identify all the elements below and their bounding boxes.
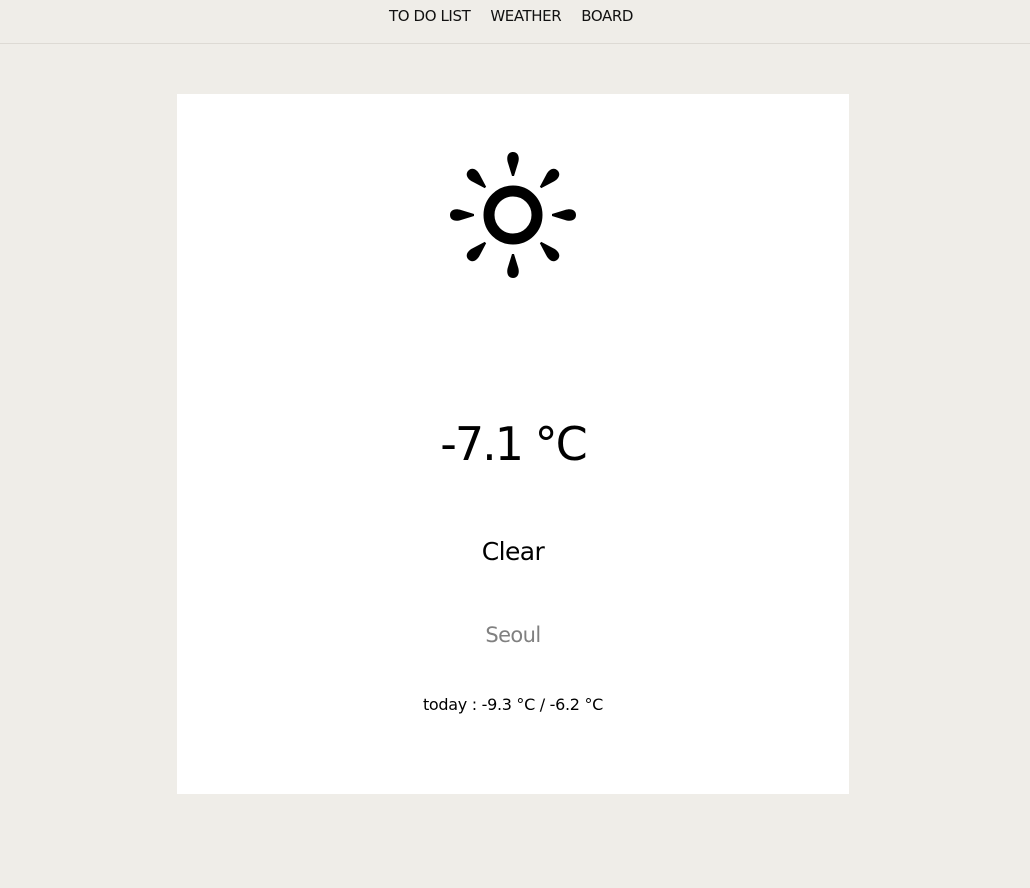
nav-link-weather[interactable]: WEATHER <box>490 7 561 25</box>
nav-link-todo-list[interactable]: TO DO LIST <box>389 7 471 25</box>
weather-condition: Clear <box>481 537 545 566</box>
city-name: Seoul <box>485 623 541 647</box>
nav-item-todo: TO DO LIST <box>389 6 471 26</box>
current-temperature: -7.1 °C <box>440 417 588 471</box>
today-temperature-range: today : -9.3 °C / -6.2 °C <box>422 695 604 714</box>
weather-card: -7.1 °C Clear Seoul today : -9.3 °C / -6… <box>177 94 849 794</box>
nav-link-board[interactable]: BOARD <box>581 7 633 25</box>
nav-item-board: BOARD <box>581 6 633 26</box>
top-navigation: TO DO LIST WEATHER BOARD <box>0 0 1030 44</box>
nav-menu: TO DO LIST WEATHER BOARD <box>389 6 633 26</box>
nav-item-weather: WEATHER <box>490 6 561 26</box>
sun-icon <box>448 150 578 280</box>
